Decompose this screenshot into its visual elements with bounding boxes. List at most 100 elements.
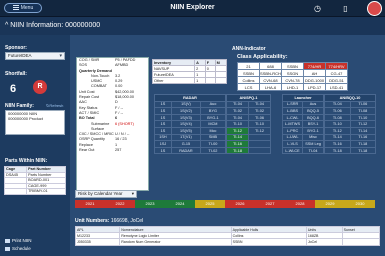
detail-key: ACT / SMIC — [79, 110, 100, 115]
table-row[interactable]: 1S 1S(V2) BYG — [154, 107, 227, 115]
table-row[interactable]: 1S 1S(V3) BYG-1 — [154, 113, 227, 122]
year-cell[interactable]: 2028 — [285, 200, 315, 208]
detail-key: Submarine — [91, 121, 110, 126]
menu-button[interactable]: Menu — [4, 3, 42, 13]
table-cell: RADAR — [170, 146, 201, 155]
table-cell — [248, 140, 271, 148]
table-header-row: RADAR — [154, 94, 226, 102]
class-cell[interactable]: LCS — [237, 83, 260, 91]
table-row[interactable]: L-VLS SSM Leg — [281, 140, 324, 148]
avatar[interactable] — [367, 1, 382, 16]
class-row: SSBN SSBN-RCH SSGN AH CG-47 — [237, 69, 348, 77]
table-row[interactable]: TRIBMY-01 — [3, 188, 66, 195]
table-cell: TI-00 — [199, 140, 227, 148]
risk-year-select[interactable]: Risk by Calendar Year ▾ — [75, 190, 137, 198]
class-cell[interactable]: LHD-1 — [281, 83, 304, 91]
table-cell: BQQ-6 — [302, 113, 324, 122]
year-cell[interactable]: 2025 — [195, 200, 225, 208]
table-row[interactable]: TI-18 TI-18 — [324, 146, 376, 155]
table-row[interactable]: TI-04 TI-04 — [226, 100, 271, 109]
table-row[interactable]: TI-02 TI-02 — [226, 107, 271, 115]
class-cell[interactable]: DDG-1000 — [303, 76, 326, 84]
clock-icon[interactable]: ◷ — [312, 3, 323, 14]
class-cell[interactable]: LSD-41 — [325, 83, 348, 91]
page-title[interactable]: ^ NIIN Information: 000000000 — [5, 22, 100, 29]
print-niin-link[interactable]: Print NIIN — [5, 238, 32, 243]
table-row[interactable]: 1S 1S(V5) Mcc — [154, 126, 227, 135]
table-row[interactable]: 1S 1S(V) Auo — [154, 100, 227, 109]
table-row[interactable]: 1S 1S(V4) MCM — [154, 120, 227, 128]
year-cell[interactable]: 2023 — [135, 200, 165, 208]
class-cell[interactable]: AH — [303, 69, 326, 77]
class-cell[interactable]: 774/HRV — [325, 62, 348, 70]
table-cell: SSM Leg — [302, 140, 324, 148]
class-cell[interactable]: Collins — [237, 76, 260, 84]
table-cell: Mcc — [199, 126, 227, 135]
year-cell[interactable]: 2024 — [165, 200, 195, 208]
table-row[interactable]: L-UWL Misc — [281, 133, 324, 142]
year-cell[interactable]: 2026 — [225, 200, 255, 208]
table-row[interactable]: J050335 Random Num Generator SSBN JoCel — [74, 238, 381, 246]
table-cell: TI-08 — [324, 113, 351, 122]
class-cell[interactable]: CVN-68 — [259, 76, 282, 84]
chevron-down-icon: ▾ — [131, 191, 134, 196]
class-cell[interactable]: CVN-78 — [281, 76, 304, 84]
class-cell[interactable]: DDG-51 — [325, 76, 348, 84]
list-item[interactable]: 000000000 Product — [6, 116, 64, 121]
table-row[interactable]: TI-04 TI-06 — [226, 113, 271, 122]
table-row[interactable]: TI-14 — [226, 133, 271, 142]
inventory-table: Inventory A F M NAVSUP 2 0 FutureIDEA 1 Other 1 — [151, 59, 228, 84]
year-cell[interactable]: 2027 — [255, 200, 285, 208]
class-cell[interactable]: SSGN — [281, 69, 304, 77]
class-cell[interactable]: LPD-17 — [303, 83, 326, 91]
class-cell[interactable]: SSBN — [237, 69, 260, 77]
table-row[interactable]: L-BBS BQQ-5 — [281, 107, 324, 115]
table-row[interactable]: TI-16 — [226, 140, 271, 148]
year-cell[interactable]: 2030 — [345, 200, 375, 208]
table-row[interactable]: TI-10 TI-12 — [324, 120, 376, 128]
table-row[interactable]: 1S RADAR TI-02 — [154, 146, 227, 155]
class-cell[interactable]: CG-47 — [325, 69, 348, 77]
table-row[interactable]: L-MTWS BSY-1 — [281, 120, 324, 128]
class-cell[interactable]: 774/HR — [303, 62, 326, 70]
table-row[interactable]: TI-16 TI-18 — [324, 140, 376, 148]
notification-icon[interactable]: ▯ — [340, 3, 351, 14]
table-row[interactable]: TI-08 TI-10 — [324, 113, 376, 122]
niin-family-list[interactable]: 000000000 NIIN 000000000 Product — [5, 110, 65, 135]
class-cell[interactable]: SSBN — [281, 62, 304, 70]
table-row[interactable]: L-CWL BQQ-6 — [281, 113, 324, 122]
table-row[interactable]: TI-06 TI-08 — [324, 107, 376, 115]
year-cell[interactable]: 2029 — [315, 200, 345, 208]
table-row[interactable]: TI-04 TI-06 — [324, 100, 376, 109]
class-cell[interactable]: LHA-6 — [259, 83, 282, 91]
sponsor-select[interactable]: FutureIDEA ▾ — [5, 52, 65, 60]
table-row[interactable]: L-WLCE TI-04 — [281, 146, 324, 155]
table-row[interactable]: L-SRR Aus — [281, 100, 324, 109]
table-cell: TI-14 — [226, 133, 249, 142]
table-cell: TI-16 — [324, 140, 351, 148]
table-row[interactable]: TI-10 TI-10 — [226, 120, 271, 128]
table-cell: Random Num Generator — [119, 238, 232, 246]
table-cell: TI-04 — [248, 100, 271, 109]
table-row[interactable]: L-PRC BYG-1 — [281, 126, 324, 135]
table-row[interactable]: TI-18 — [226, 146, 271, 155]
detail-key: AAC — [79, 100, 87, 105]
refresh-link[interactable]: ↻Refresh — [46, 103, 63, 108]
table-row[interactable]: 1SH 1T(V1) SMB — [154, 133, 227, 142]
table-row[interactable]: TI-12 TI-14 — [324, 126, 376, 135]
table-cell: BYG-1 — [199, 113, 227, 122]
table-cell: TI-06 — [248, 113, 271, 122]
year-cell[interactable]: 2022 — [105, 200, 135, 208]
class-cell[interactable]: SSBN-RCH — [259, 69, 282, 77]
class-cell[interactable]: 688 — [259, 62, 282, 70]
table-row[interactable]: TI-12 TI-12 — [226, 126, 271, 135]
table-row[interactable]: 1SJ G-15 TI-00 — [154, 140, 227, 148]
table-cell: L-WLCE — [281, 146, 304, 155]
table-cell: 1S — [154, 126, 172, 135]
class-cell[interactable]: 21 — [237, 62, 260, 70]
shortfall-label: Shortfall: — [5, 71, 27, 77]
table-cell: 1S — [154, 120, 172, 128]
table-row[interactable]: TI-14 TI-16 — [324, 133, 376, 142]
schedule-link[interactable]: Schedule — [5, 246, 31, 251]
year-cell[interactable]: 2021 — [75, 200, 105, 208]
